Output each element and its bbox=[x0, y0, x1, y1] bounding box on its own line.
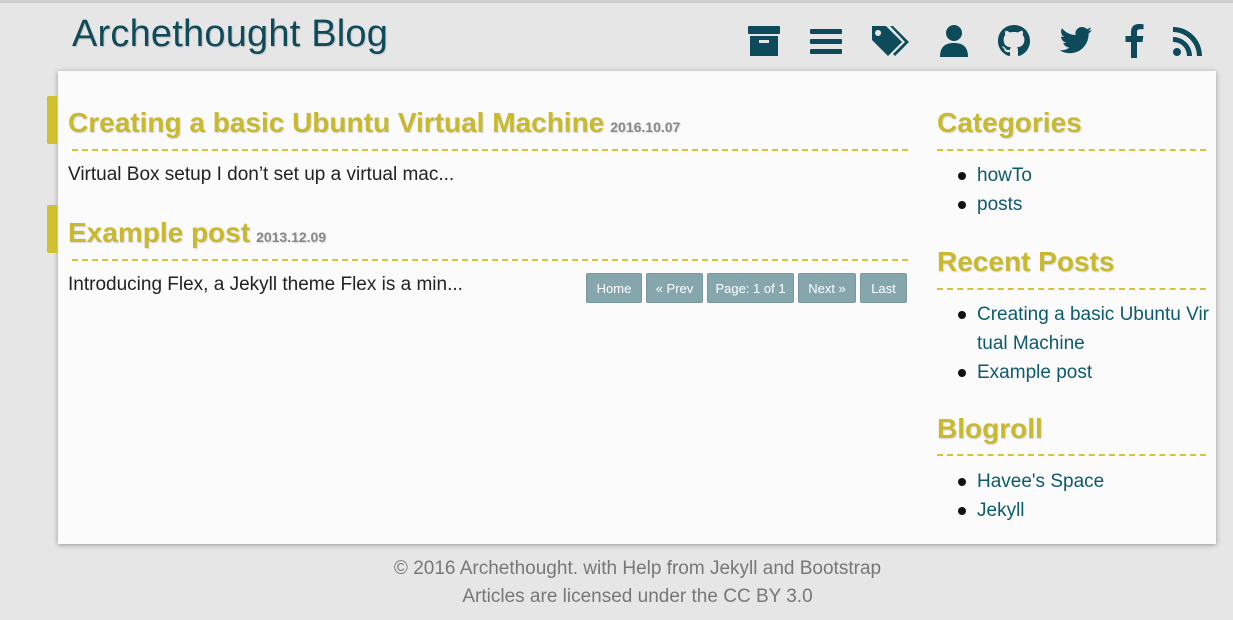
twitter-icon[interactable] bbox=[1056, 21, 1096, 61]
next-button[interactable]: Next » bbox=[798, 273, 856, 303]
list-item: Jekyll bbox=[937, 496, 1104, 525]
recent-posts-heading: Recent Posts bbox=[937, 246, 1115, 277]
last-button[interactable]: Last bbox=[860, 273, 907, 303]
divider bbox=[72, 149, 908, 151]
list-item: Example post bbox=[937, 358, 1209, 387]
blogroll-list: Havee's Space Jekyll bbox=[937, 467, 1104, 525]
post-title-link[interactable]: Creating a basic Ubuntu Virtual Machine bbox=[68, 107, 604, 138]
post-heading: Example post 2013.12.09 bbox=[68, 217, 326, 249]
category-link-howto[interactable]: howTo bbox=[977, 165, 1032, 186]
github-icon[interactable] bbox=[994, 21, 1034, 61]
archive-icon[interactable] bbox=[744, 21, 784, 61]
post-marker bbox=[47, 96, 57, 144]
post-marker bbox=[47, 205, 57, 253]
categories-heading: Categories bbox=[937, 107, 1082, 138]
post-date: 2013.12.09 bbox=[256, 229, 327, 245]
post-excerpt: Introducing Flex, a Jekyll theme Flex is… bbox=[68, 274, 463, 295]
list-item: howTo bbox=[937, 161, 1032, 190]
list-item: Creating a basic Ubuntu Vir tual Machine bbox=[937, 300, 1209, 358]
home-button[interactable]: Home bbox=[586, 273, 642, 303]
recent-posts-list: Creating a basic Ubuntu Vir tual Machine … bbox=[937, 300, 1209, 387]
user-icon[interactable] bbox=[934, 21, 974, 61]
recent-post-link[interactable]: Example post bbox=[977, 362, 1092, 383]
footer-copyright: © 2016 Archethought. with Help from Jeky… bbox=[393, 558, 882, 579]
footer-license: Articles are licensed under the CC BY 3.… bbox=[462, 586, 813, 607]
category-link-posts[interactable]: posts bbox=[977, 194, 1022, 215]
post-heading: Creating a basic Ubuntu Virtual Machine 2… bbox=[68, 107, 680, 139]
post-title-link[interactable]: Example post bbox=[68, 217, 250, 248]
divider bbox=[937, 288, 1206, 290]
list-item: posts bbox=[937, 190, 1032, 219]
divider bbox=[937, 149, 1206, 151]
facebook-icon[interactable] bbox=[1114, 21, 1154, 61]
recent-post-link-line-1: Creating a basic Ubuntu Vir bbox=[977, 304, 1209, 325]
divider bbox=[937, 454, 1206, 456]
tags-icon[interactable] bbox=[870, 21, 910, 61]
list-item: Havee's Space bbox=[937, 467, 1104, 496]
page-indicator: Page: 1 of 1 bbox=[707, 273, 794, 303]
prev-button[interactable]: « Prev bbox=[646, 273, 703, 303]
recent-post-link-line-2: tual Machine bbox=[977, 333, 1085, 354]
blogroll-heading: Blogroll bbox=[937, 413, 1043, 444]
list-icon[interactable] bbox=[806, 21, 846, 61]
blogroll-link-jekyll[interactable]: Jekyll bbox=[977, 500, 1025, 521]
divider bbox=[72, 259, 908, 261]
post-date: 2016.10.07 bbox=[610, 119, 681, 135]
recent-post-link[interactable]: Creating a basic Ubuntu Vir tual Machine bbox=[977, 304, 1209, 354]
rss-icon[interactable] bbox=[1168, 21, 1208, 61]
blogroll-link-havee[interactable]: Havee's Space bbox=[977, 471, 1104, 492]
post-excerpt: Virtual Box setup I don’t set up a virtu… bbox=[68, 164, 455, 185]
categories-list: howTo posts bbox=[937, 161, 1032, 219]
site-title[interactable]: Archethought Blog bbox=[72, 13, 388, 56]
